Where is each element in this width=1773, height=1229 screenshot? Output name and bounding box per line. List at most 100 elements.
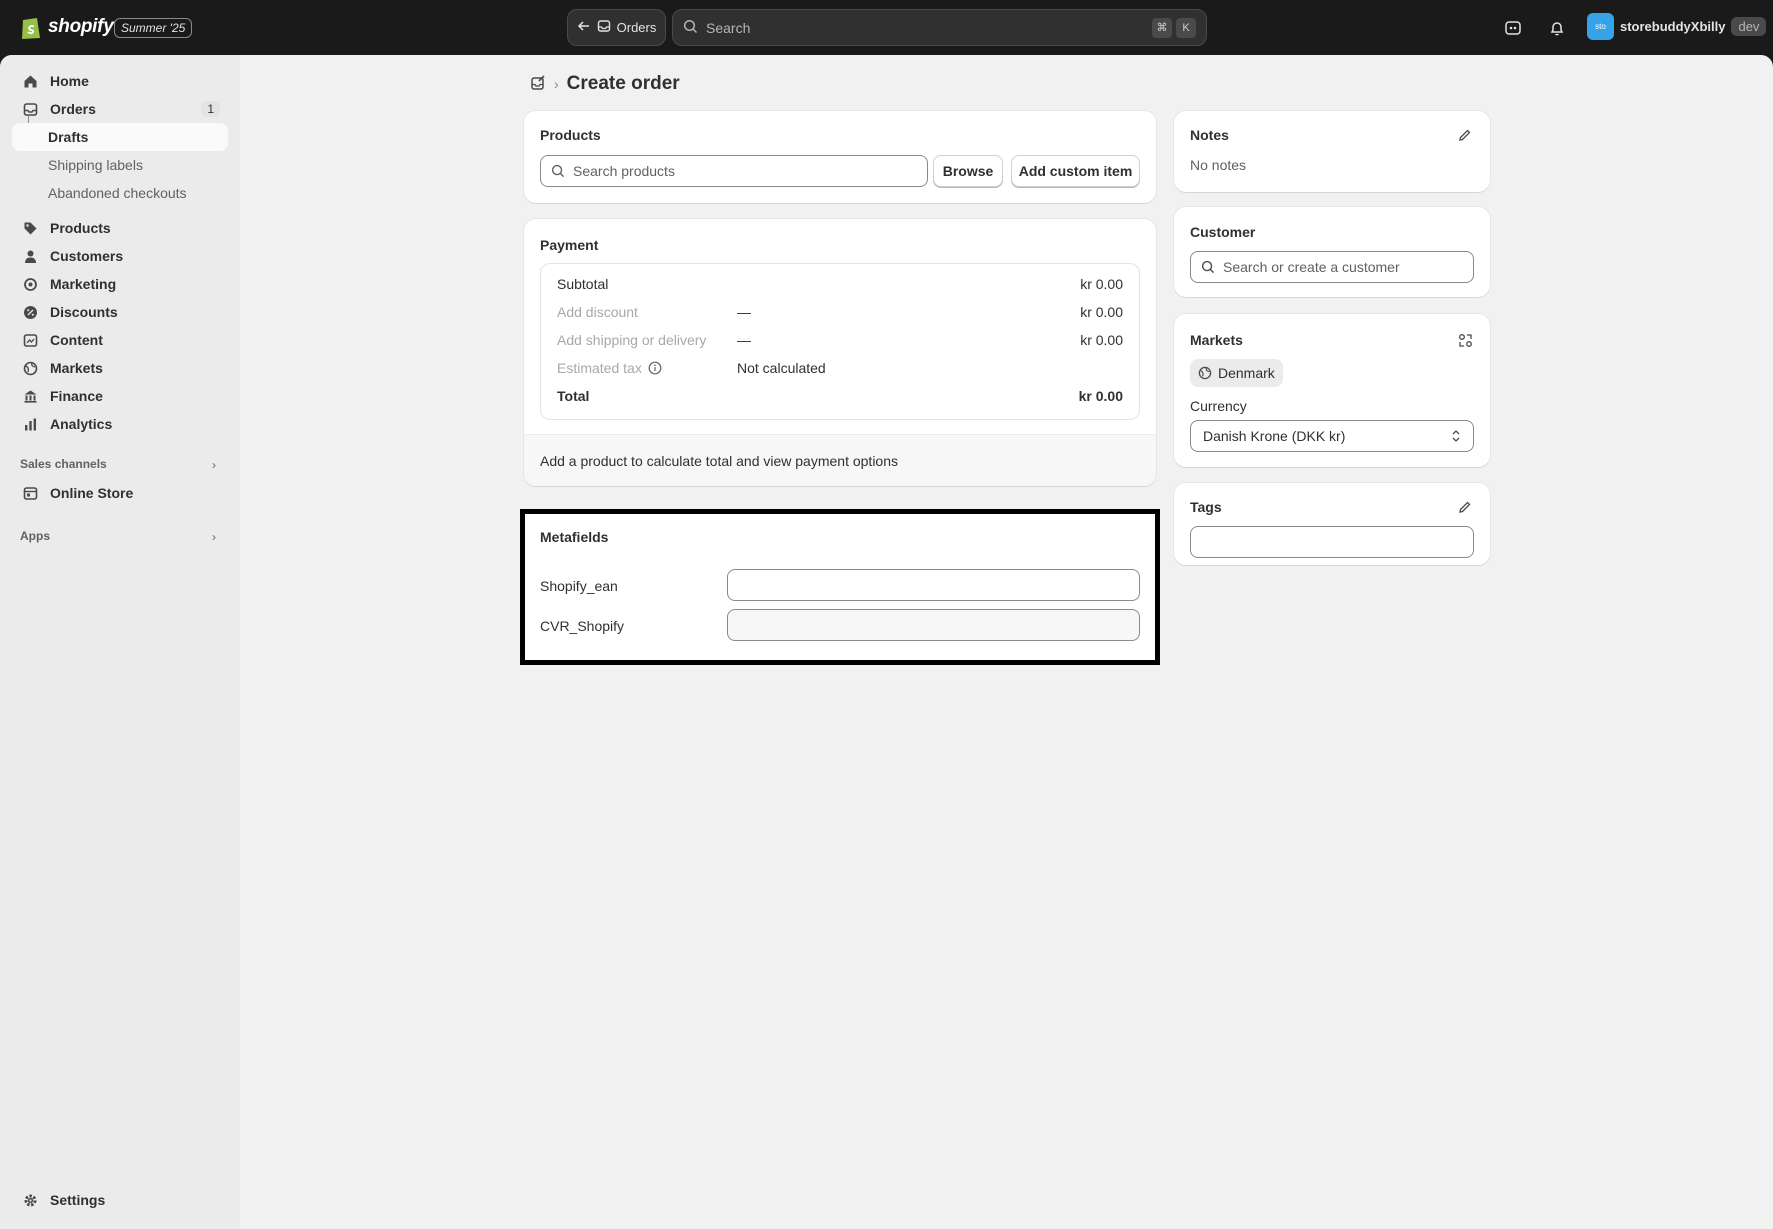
globe-icon [22,360,38,376]
add-shipping-link[interactable]: Add shipping or delivery [557,332,737,348]
market-pill[interactable]: Denmark [1190,359,1283,387]
tax-row: Estimated tax Not calculated [557,358,1123,378]
sidebar-item-label: Analytics [50,416,113,432]
search-icon [1201,260,1215,274]
market-name: Denmark [1218,365,1275,381]
orders-count-badge: 1 [201,101,220,117]
products-card-title: Products [540,127,601,143]
sidebar-item-analytics[interactable]: Analytics [12,410,228,438]
sidebar-item-label: Orders [50,101,96,117]
estimated-tax-label-wrap: Estimated tax [557,360,737,376]
tags-card: Tags [1174,483,1490,565]
command-key: ⌘ [1152,17,1172,38]
sidebar-item-online-store[interactable]: Online Store [12,479,228,507]
sidebar-item-finance[interactable]: Finance [12,382,228,410]
draft-orders-icon[interactable] [530,74,546,94]
sidebar-item-label: Discounts [50,304,118,320]
dev-badge: dev [1731,17,1767,36]
sidebar-item-label: Abandoned checkouts [48,185,187,201]
sidebar-item-home[interactable]: Home [12,67,228,95]
shopify-ean-input[interactable] [727,569,1140,601]
currency-select[interactable]: Danish Krone (DKK kr) [1190,420,1474,452]
sidebar-item-marketing[interactable]: Marketing [12,270,228,298]
store-icon [22,485,38,501]
subtotal-row: Subtotal kr 0.00 [557,274,1123,294]
shipping-amount: kr 0.00 [1080,332,1123,348]
browse-button[interactable]: Browse [933,155,1003,187]
sidebar-item-label: Finance [50,388,103,404]
store-menu[interactable]: sto storebuddyXbilly dev [1587,13,1767,40]
sidebar-item-markets[interactable]: Markets [12,354,228,382]
sidebar-item-label: Shipping labels [48,157,143,173]
shopify-bag-icon [22,18,40,39]
gear-icon [22,1192,38,1208]
sales-channels-heading[interactable]: Sales channels [20,457,107,471]
sidebar-item-discounts[interactable]: Discounts [12,298,228,326]
sidebar-item-label: Products [50,220,111,236]
arrow-left-icon [577,19,591,36]
sidebar: Home Orders 1 Drafts Shipping labels Aba… [0,55,240,1229]
sidekick-icon[interactable] [1500,15,1526,41]
edition-badge[interactable]: Summer '25 [114,18,193,38]
total-amount: kr 0.00 [1078,388,1123,404]
chevron-right-icon[interactable]: › [212,530,216,544]
products-card: Products Search products Browse Add cust… [524,111,1156,203]
sidebar-item-customers[interactable]: Customers [12,242,228,270]
add-discount-link[interactable]: Add discount [557,304,737,320]
info-icon[interactable] [648,361,662,375]
chevron-right-icon[interactable]: › [212,458,216,472]
tax-status: Not calculated [737,360,826,376]
store-name: storebuddyXbilly [1620,19,1726,34]
select-arrows-icon [1451,429,1461,443]
app-frame: Home Orders 1 Drafts Shipping labels Aba… [0,55,1773,1229]
discount-row: Add discount — kr 0.00 [557,302,1123,322]
content-icon [22,332,38,348]
orders-back-button[interactable]: Orders [567,9,666,46]
globe-icon [1198,366,1212,380]
sidebar-item-label: Drafts [48,129,89,145]
sidebar-item-label: Settings [50,1192,106,1208]
edit-notes-icon[interactable] [1456,126,1474,144]
sidebar-item-label: Content [50,332,103,348]
global-search[interactable]: Search ⌘ K [672,9,1207,46]
home-icon [22,73,38,89]
total-label: Total [557,388,590,404]
bank-icon [22,388,38,404]
cvr-shopify-label: CVR_Shopify [540,618,625,634]
subtotal-label: Subtotal [557,276,609,292]
total-row: Total kr 0.00 [557,386,1123,406]
discount-middle: — [737,304,751,320]
sidebar-item-products[interactable]: Products [12,214,228,242]
store-avatar: sto [1587,13,1614,40]
discount-icon [22,304,38,320]
top-bar: shopify Summer '25 Orders Search ⌘ K sto… [0,0,1773,55]
sidebar-item-orders[interactable]: Orders 1 [12,95,228,123]
product-search-input[interactable]: Search products [540,155,928,187]
tags-input[interactable] [1190,526,1474,558]
edit-tags-icon[interactable] [1456,498,1474,516]
breadcrumb-separator: › [554,76,559,92]
customer-card: Customer Search or create a customer [1174,207,1490,297]
notes-card-title: Notes [1190,127,1229,143]
cvr-shopify-input[interactable] [727,609,1140,641]
shipping-middle: — [737,332,751,348]
search-icon [551,164,565,178]
bell-icon[interactable] [1544,15,1570,41]
chart-icon [22,416,38,432]
sidebar-item-abandoned-checkouts[interactable]: Abandoned checkouts [12,179,228,207]
payment-card-title: Payment [540,237,599,253]
page-title: Create order [566,73,680,94]
sidebar-item-drafts[interactable]: Drafts [12,123,228,151]
currency-label: Currency [1190,398,1247,414]
shopify-logo[interactable]: shopify [20,14,114,40]
apps-heading[interactable]: Apps [20,529,50,543]
add-custom-item-button[interactable]: Add custom item [1011,155,1140,187]
notes-card: Notes No notes [1174,111,1490,192]
customer-search-input[interactable]: Search or create a customer [1190,251,1474,283]
sidebar-item-settings[interactable]: Settings [12,1186,228,1214]
discount-amount: kr 0.00 [1080,304,1123,320]
sidebar-item-shipping-labels[interactable]: Shipping labels [12,151,228,179]
product-search-placeholder: Search products [573,163,675,179]
sidebar-item-content[interactable]: Content [12,326,228,354]
markets-settings-icon[interactable] [1456,331,1474,349]
